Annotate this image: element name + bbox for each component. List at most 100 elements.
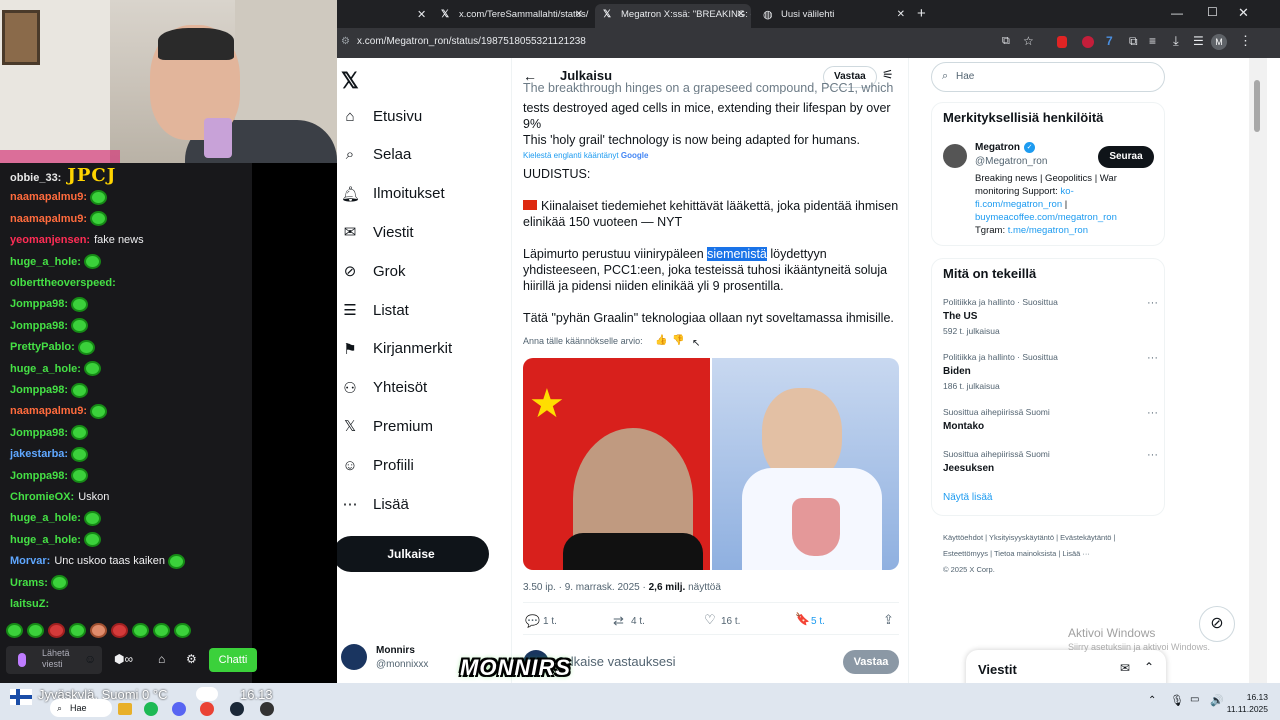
chat-username[interactable]: Jomppa98:: [10, 470, 68, 482]
close-icon[interactable]: ✕: [897, 4, 905, 26]
taskbar-search[interactable]: ⌕ Hae: [50, 699, 112, 717]
relevant-name[interactable]: Megatron: [975, 142, 1020, 153]
tab-2-active[interactable]: 𝕏 Megatron X:ssä: "BREAKING: c ✕: [595, 4, 751, 28]
tray-chevron-icon[interactable]: ⌃: [1148, 695, 1156, 706]
chat-username[interactable]: naamapalmu9:: [10, 191, 87, 203]
thumbs-up-icon[interactable]: 👍: [655, 335, 667, 346]
footer-link[interactable]: Esteettömyys: [943, 549, 988, 558]
chat-username[interactable]: jakestarba:: [10, 448, 68, 460]
search-box[interactable]: ⌕ Hae: [931, 62, 1165, 92]
settings-icon[interactable]: ⚙: [186, 652, 197, 666]
nav-item-profiili[interactable]: ☺ Profiili: [341, 450, 414, 480]
footer-link[interactable]: Tietoa mainoksista: [994, 549, 1056, 558]
maximize-icon[interactable]: ☐: [1207, 5, 1218, 19]
post-button[interactable]: Julkaise: [337, 536, 489, 572]
nav-item-etusivu[interactable]: ⌂ Etusivu: [341, 101, 422, 131]
chrome-icon[interactable]: [200, 702, 214, 716]
footer-link[interactable]: Yksityisyyskäytäntö: [989, 533, 1054, 542]
nav-item-premium[interactable]: 𝕏 Premium: [341, 411, 433, 441]
expand-icon[interactable]: ⌃: [1144, 660, 1154, 674]
star-icon[interactable]: ☆: [1023, 34, 1034, 48]
nav-item-kirjanmerkit[interactable]: ⚑ Kirjanmerkit: [341, 334, 452, 364]
chat-username[interactable]: Urams:: [10, 577, 48, 589]
nav-item-ilmoitukset[interactable]: 🔔︎ Ilmoitukset: [341, 179, 445, 209]
new-tab-icon[interactable]: +: [917, 5, 926, 22]
chat-username[interactable]: Jomppa98:: [10, 427, 68, 439]
bio-link[interactable]: buymeacoffee.com/megatron_ron: [975, 212, 1117, 223]
download-icon[interactable]: ⤓: [1173, 33, 1179, 49]
nav-item-viestit[interactable]: ✉ Viestit: [341, 217, 414, 247]
chat-username[interactable]: PrettyPablo:: [10, 341, 75, 353]
search-input[interactable]: Hae: [956, 71, 974, 82]
chat-username[interactable]: huge_a_hole:: [10, 363, 81, 375]
chat-username[interactable]: Jomppa98:: [10, 384, 68, 396]
extensions-icon[interactable]: ⧉: [1129, 34, 1138, 49]
trend-item[interactable]: Politiikka ja hallinto · Suosittua Biden 1…: [943, 352, 1158, 391]
reply-icon[interactable]: 💬: [525, 614, 540, 628]
emote-icon[interactable]: [153, 623, 170, 639]
scrollbar[interactable]: [1249, 58, 1267, 690]
chat-username[interactable]: naamapalmu9:: [10, 213, 87, 225]
chat-username[interactable]: huge_a_hole:: [10, 534, 81, 546]
tweet-media[interactable]: ★: [523, 358, 899, 570]
chat-username[interactable]: ChromieOX:: [10, 491, 74, 503]
chat-username[interactable]: obbie_33:: [10, 172, 61, 184]
network-icon[interactable]: ▭: [1190, 694, 1199, 705]
chat-username[interactable]: huge_a_hole:: [10, 512, 81, 524]
bookmarks-icon[interactable]: ☰: [1193, 34, 1204, 48]
nav-item-grok[interactable]: ⊘ Grok: [341, 256, 406, 286]
chat-username[interactable]: Jomppa98:: [10, 298, 68, 310]
nav-item-listat[interactable]: ☰ Listat: [341, 295, 409, 325]
extension-icon[interactable]: [1082, 36, 1094, 48]
new-message-icon[interactable]: ✉: [1120, 661, 1130, 675]
site-info-icon[interactable]: ⚙: [341, 36, 351, 48]
file-explorer-icon[interactable]: [118, 703, 132, 715]
chat-input[interactable]: Lähetä viesti ☺: [6, 646, 102, 674]
more-icon[interactable]: ···: [1147, 352, 1158, 364]
emote-icon[interactable]: [111, 623, 128, 639]
follow-button[interactable]: Seuraa: [1098, 146, 1154, 168]
nav-item-yhteisöt[interactable]: ⚇ Yhteisöt: [341, 373, 427, 403]
chat-username[interactable]: naamapalmu9:: [10, 405, 87, 417]
minimize-icon[interactable]: —: [1171, 6, 1183, 20]
mic-icon[interactable]: 🎙: [1170, 694, 1184, 707]
extension-icon[interactable]: [1057, 36, 1067, 48]
emote-icon[interactable]: [27, 623, 44, 639]
emote-picker-icon[interactable]: ☺: [84, 652, 96, 666]
profile-avatar[interactable]: M: [1211, 34, 1227, 50]
scrollbar-thumb[interactable]: [1254, 80, 1260, 132]
nav-item-selaa[interactable]: ⌕ Selaa: [341, 140, 412, 170]
bio-link[interactable]: t.me/megatron_ron: [1008, 225, 1088, 236]
emote-icon[interactable]: [6, 623, 23, 639]
reply-submit-button[interactable]: Vastaa: [843, 650, 899, 674]
account-name[interactable]: Monnirs: [376, 645, 415, 656]
trend-item[interactable]: Politiikka ja hallinto · Suosittua The US…: [943, 297, 1158, 336]
discord-icon[interactable]: [172, 702, 186, 716]
emote-icon[interactable]: [69, 623, 86, 639]
footer-link[interactable]: Lisää ···: [1062, 549, 1090, 558]
close-icon[interactable]: ✕: [737, 4, 745, 26]
avatar[interactable]: [943, 144, 967, 168]
emote-icon[interactable]: [174, 623, 191, 639]
taskbar-time[interactable]: 16.13: [1230, 692, 1268, 702]
chat-username[interactable]: huge_a_hole:: [10, 256, 81, 268]
tab-1[interactable]: 𝕏 x.com/TereSammallahti/status/ ✕: [433, 4, 589, 28]
avatar[interactable]: [341, 644, 367, 670]
close-icon[interactable]: ✕: [417, 8, 426, 21]
thumbs-down-icon[interactable]: 👎: [672, 335, 684, 346]
chat-username[interactable]: olberttheoverspeed:: [10, 277, 116, 289]
grok-icon[interactable]: ⊘: [1199, 606, 1235, 642]
steam-icon[interactable]: [230, 702, 244, 716]
trend-item[interactable]: Suosittua aihepiirissä Suomi Montako ···: [943, 407, 1158, 432]
chat-username[interactable]: Jomppa98:: [10, 320, 68, 332]
install-icon[interactable]: ⧉: [1002, 35, 1010, 48]
url-field[interactable]: x.com/Megatron_ron/status/19875180553211…: [357, 36, 957, 47]
tab-3[interactable]: ◍ Uusi välilehti ✕: [755, 4, 911, 28]
close-window-icon[interactable]: ✕: [1238, 5, 1249, 21]
footer-link[interactable]: Evästekäytäntö: [1060, 533, 1111, 542]
taskbar-date[interactable]: 11.11.2025: [1222, 704, 1268, 714]
show-more-link[interactable]: Näytä lisää: [943, 492, 992, 503]
more-icon[interactable]: ···: [1147, 297, 1158, 309]
reply-input[interactable]: Julkaise vastauksesi: [557, 654, 676, 669]
emote-icon[interactable]: [90, 623, 107, 639]
